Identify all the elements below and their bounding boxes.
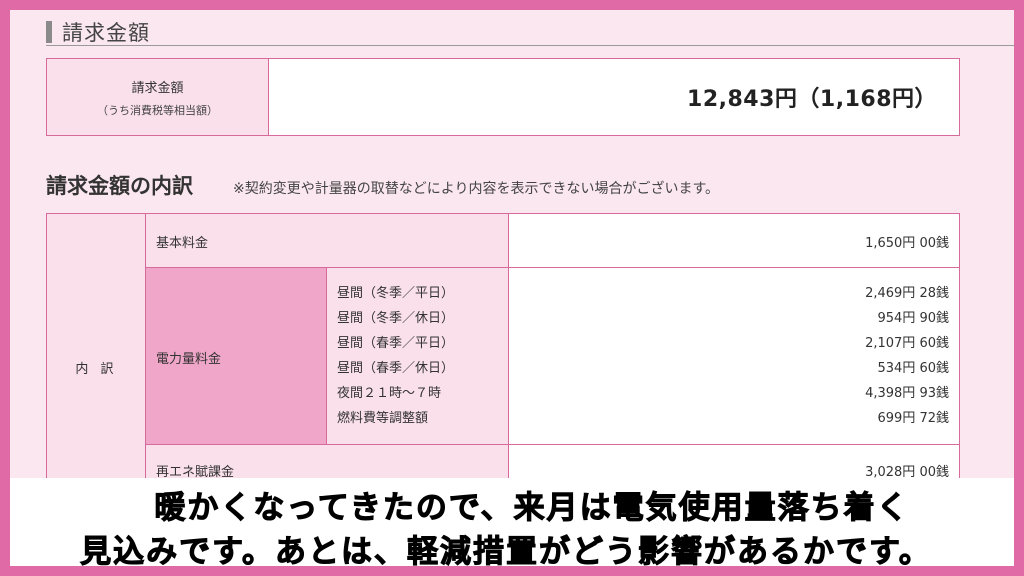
tax-label: （うち消費税等相当額） [97, 103, 218, 117]
energy-item-value: 699円 72銭 [877, 411, 950, 426]
energy-item-label: 昼間（春季／平日） [337, 336, 455, 351]
energy-item-value: 4,398円 93銭 [865, 386, 949, 401]
heading-marker [46, 20, 52, 43]
subtitle-line-2: 見込みです。あとは、軽減措置がどう影響があるかです。 [80, 534, 932, 567]
subtitle-line-1: 暖かくなってきたので、来月は電気使用量落ち着く [154, 490, 910, 527]
section-title: 請求金額 [62, 20, 150, 45]
energy-label-cell: 電力量料金 [146, 268, 327, 444]
energy-item-label: 燃料費等調整額 [337, 411, 429, 426]
energy-item-value: 2,107円 60銭 [865, 336, 949, 351]
basic-label: 基本料金 [156, 236, 209, 251]
table-row-energy: 電力量料金 昼間（冬季／平日） 昼間（冬季／休日） 昼間（春季／平日） 昼間（春… [146, 268, 959, 445]
energy-item-label: 夜間２１時～７時 [337, 386, 442, 401]
breakdown-note: ※契約変更や計量器の取替などにより内容を表示できない場合がございます。 [233, 181, 720, 197]
energy-item-label: 昼間（冬季／平日） [337, 286, 455, 301]
energy-item-value: 534円 60銭 [877, 361, 950, 376]
total-value: 12,843円（1,168円） [687, 87, 937, 112]
bill-page: 請求金額 請求金額 （うち消費税等相当額） 12,843円（1,168円） 請求… [10, 10, 1014, 566]
breakdown-title: 請求金額の内訳 [46, 174, 193, 198]
energy-item-label: 昼間（冬季／休日） [337, 311, 455, 326]
energy-label: 電力量料金 [156, 352, 222, 367]
energy-item-label: 昼間（春季／休日） [337, 361, 455, 376]
basic-value: 1,650円 00銭 [865, 236, 949, 251]
energy-values-cell: 2,469円 28銭 954円 90銭 2,107円 60銭 534円 60銭 … [508, 268, 959, 444]
total-value-cell: 12,843円（1,168円） [269, 59, 959, 135]
total-label-cell: 請求金額 （うち消費税等相当額） [47, 59, 269, 135]
basic-label-cell: 基本料金 [146, 214, 508, 267]
category-label: 内 訳 [75, 362, 118, 377]
energy-items-cell: 昼間（冬季／平日） 昼間（冬季／休日） 昼間（春季／平日） 昼間（春季／休日） … [327, 268, 508, 444]
table-row-basic: 基本料金 1,650円 00銭 [146, 214, 959, 268]
breakdown-heading: 請求金額の内訳 ※契約変更や計量器の取替などにより内容を表示できない場合がござい… [46, 170, 719, 200]
energy-item-value: 2,469円 28銭 [865, 286, 949, 301]
energy-item-value: 954円 90銭 [877, 311, 950, 326]
section-heading: 請求金額 [46, 18, 1014, 46]
basic-value-cell: 1,650円 00銭 [508, 214, 959, 267]
total-label: 請求金額 [131, 80, 184, 96]
total-amount-table: 請求金額 （うち消費税等相当額） 12,843円（1,168円） [46, 58, 960, 136]
